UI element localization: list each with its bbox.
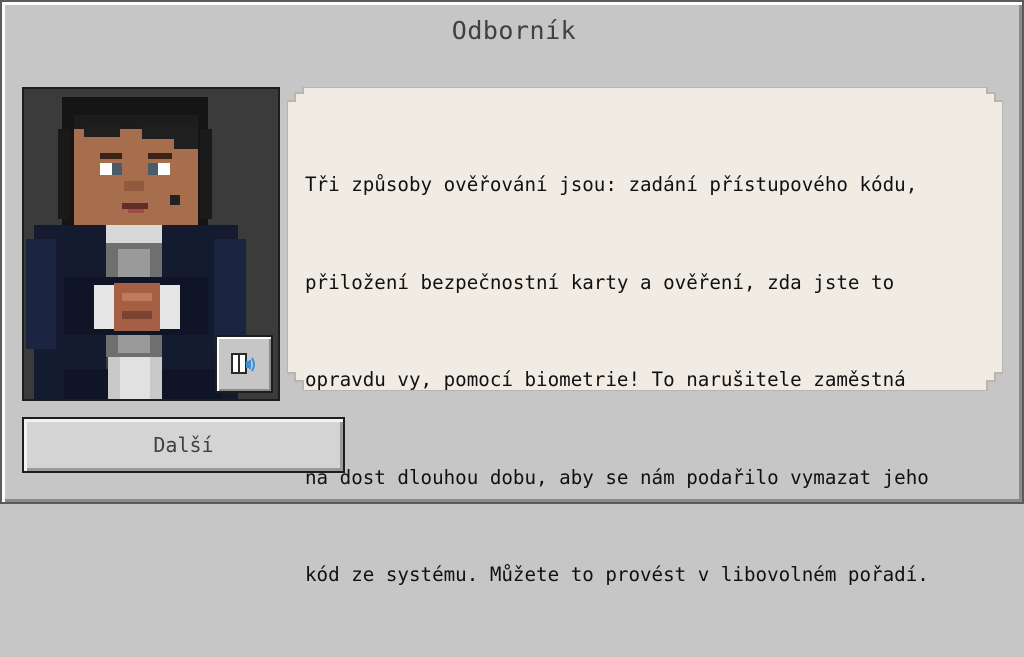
dialog-title: Odborník: [451, 16, 577, 45]
speech-bubble: Tři způsoby ověřování jsou: zadání příst…: [287, 87, 1003, 586]
message-line: Tři způsoby ověřování jsou: zadání příst…: [305, 173, 918, 196]
message-line: na dost dlouhou dobu, aby se nám podařil…: [305, 465, 929, 489]
message-line: opravdu vy, pomocí biometrie! To narušit…: [305, 368, 906, 391]
next-button[interactable]: Další: [22, 417, 345, 473]
npc-dialog-panel: Odborník Tři způsoby ověřování jsou: zad…: [0, 0, 1024, 586]
message-line: přiložení bezpečnostní karty a ověření, …: [305, 270, 895, 294]
book-speaker-icon: [231, 353, 255, 374]
narration-audio-button[interactable]: [215, 335, 273, 393]
dialog-message: Tři způsoby ověřování jsou: zadání příst…: [305, 104, 995, 657]
message-line: kód ze systému. Můžete to provést v libo…: [305, 563, 929, 586]
